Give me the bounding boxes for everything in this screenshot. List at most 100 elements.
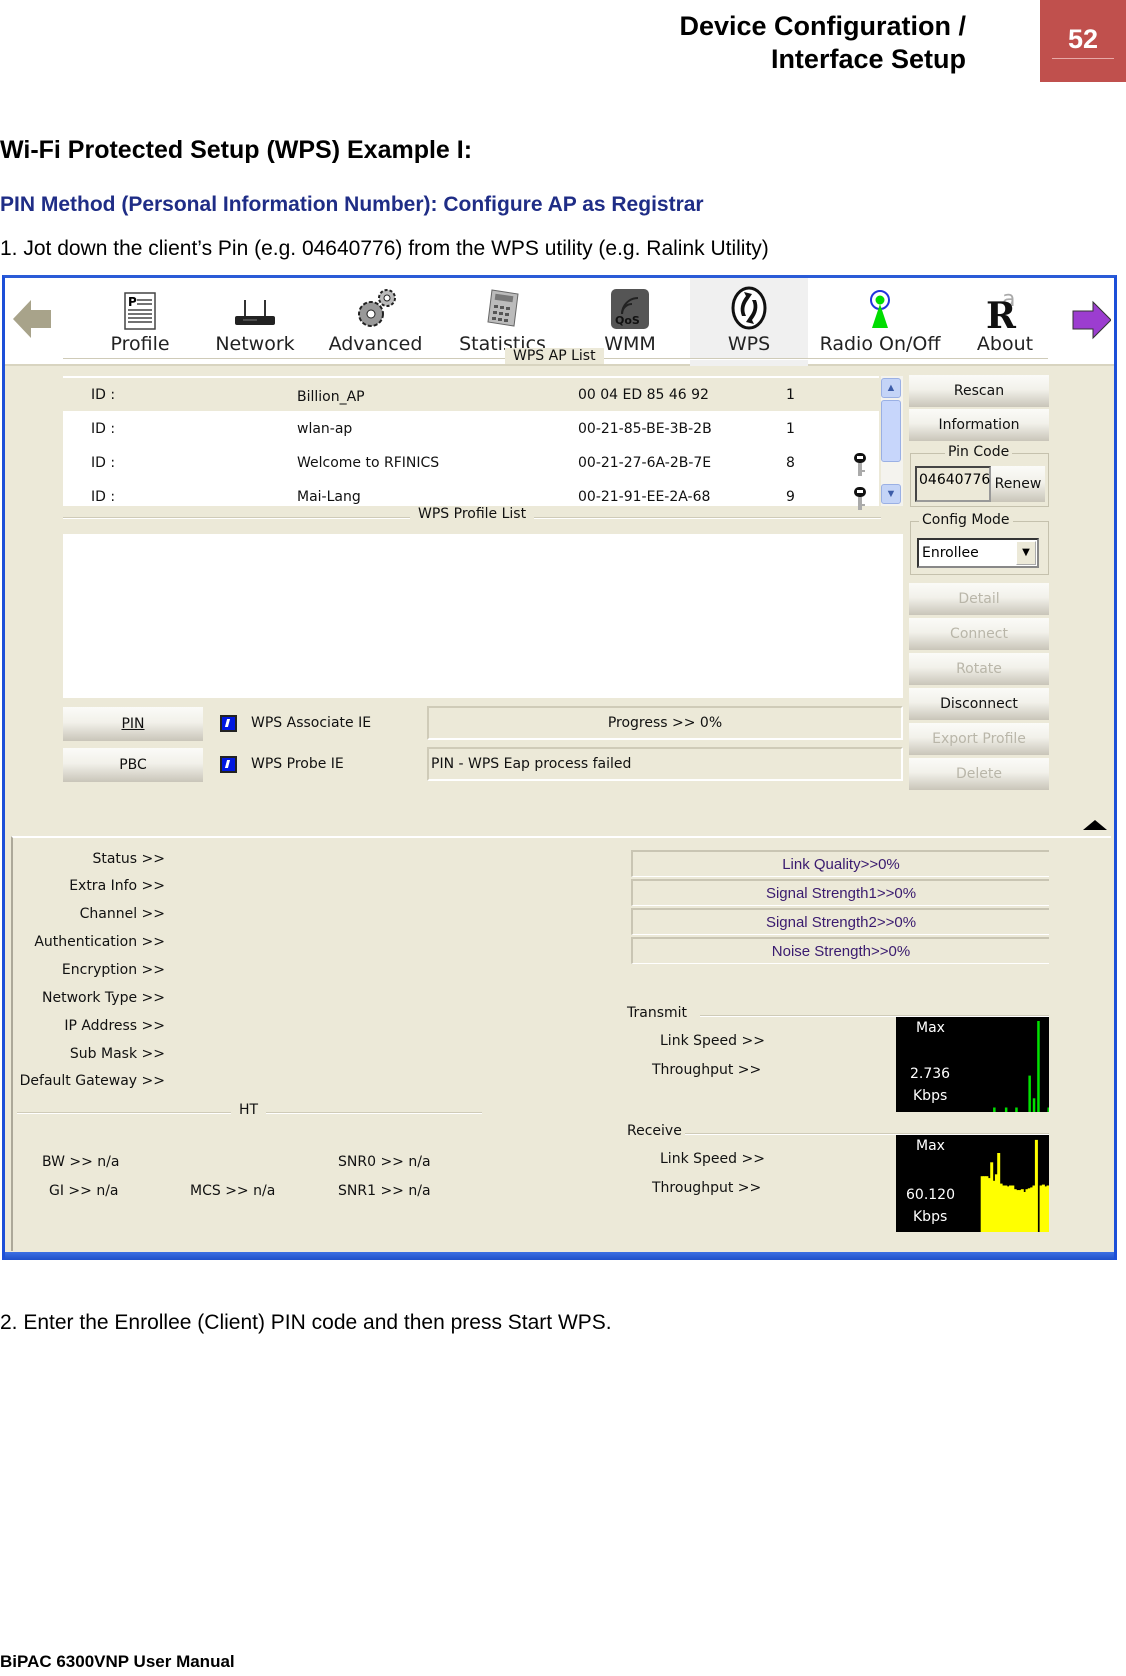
- ap-list-row[interactable]: ID : wlan-ap 00-21-85-BE-3B-2B 1: [63, 412, 879, 445]
- snr1-label: SNR1 >> n/a: [338, 1183, 431, 1199]
- default-gateway-label: Default Gateway >>: [19, 1073, 165, 1089]
- gears-icon: [353, 286, 399, 335]
- disconnect-button[interactable]: Disconnect: [909, 688, 1049, 720]
- scroll-thumb[interactable]: [881, 400, 901, 462]
- toolbar-network[interactable]: Network: [200, 278, 310, 366]
- toolbar-radio-on-off[interactable]: Radio On/Off: [810, 278, 950, 366]
- toolbar-about[interactable]: aR About: [950, 278, 1060, 366]
- encryption-label: Encryption >>: [61, 962, 165, 978]
- toolbar-label: About: [976, 333, 1034, 355]
- pin-code-legend: Pin Code: [945, 444, 1013, 460]
- transmit-throughput-label: Throughput >>: [652, 1062, 762, 1078]
- wps-status-box: PIN - WPS Eap process failed: [427, 747, 903, 781]
- receive-graph-max: Max: [916, 1138, 945, 1154]
- ap-list-row[interactable]: ID : Welcome to RFINICS 00-21-27-6A-2B-7…: [63, 446, 879, 479]
- page-number-badge: 52: [1040, 0, 1126, 82]
- toolbar-profile[interactable]: P Profile: [85, 278, 195, 366]
- ap-list-row[interactable]: ID : Billion_AP 00 04 ED 85 46 92 1: [63, 378, 879, 411]
- lock-key-icon: [853, 486, 867, 516]
- channel-label: Channel >>: [79, 906, 165, 922]
- transmit-link-speed-label: Link Speed >>: [660, 1033, 765, 1049]
- pin-code-group: Pin Code 04640776 Renew: [910, 444, 1049, 507]
- pin-code-field[interactable]: 04640776: [915, 466, 991, 502]
- graph-bar: [1004, 1107, 1008, 1112]
- ap-list-scrollbar[interactable]: ▲ ▼: [881, 376, 903, 506]
- forward-arrow-icon[interactable]: [1071, 300, 1112, 345]
- ap-bssid: 00-21-91-EE-2A-68: [578, 489, 711, 505]
- subheading-method: PIN Method (Personal Information Number)…: [0, 193, 444, 216]
- chevron-down-icon[interactable]: ▼: [1016, 541, 1036, 565]
- graph-bar: [993, 1107, 996, 1112]
- ip-address-label: IP Address >>: [64, 1018, 165, 1034]
- extra-info-label: Extra Info >>: [69, 878, 165, 894]
- toolbar-label: Network: [215, 333, 295, 355]
- pbc-button[interactable]: PBC: [63, 748, 203, 782]
- collapse-up-icon[interactable]: [1081, 818, 1109, 832]
- rescan-button[interactable]: Rescan: [909, 375, 1049, 407]
- wps-profile-list[interactable]: [63, 534, 903, 698]
- subheading: PIN Method (Personal Information Number)…: [0, 193, 704, 217]
- signal-strength-1-meter: Signal Strength1>>0%: [631, 879, 1049, 906]
- wps-associate-ie-label: WPS Associate IE: [251, 715, 372, 731]
- window-bottom-border: [5, 1252, 1114, 1260]
- ap-id-label: ID :: [91, 421, 116, 437]
- wps-associate-ie-checkbox[interactable]: [220, 715, 237, 732]
- page-heading: Wi-Fi Protected Setup (WPS) Example I:: [0, 136, 473, 164]
- section-title-line2: Interface Setup: [770, 44, 966, 74]
- toolbar-label: Profile: [110, 333, 170, 355]
- wps-icon: [730, 286, 768, 335]
- ap-ssid: Billion_AP: [297, 389, 365, 405]
- sub-mask-label: Sub Mask >>: [69, 1046, 165, 1062]
- graph-bar: [1034, 1139, 1038, 1232]
- network-type-label: Network Type >>: [42, 990, 165, 1006]
- ap-ssid: Mai-Lang: [297, 489, 361, 505]
- export-profile-button[interactable]: Export Profile: [909, 723, 1049, 755]
- receive-graph: Max 60.120 Kbps: [896, 1135, 1049, 1232]
- rotate-button[interactable]: Rotate: [909, 653, 1049, 685]
- scroll-up-icon[interactable]: ▲: [881, 378, 901, 398]
- ap-channel: 1: [786, 421, 795, 437]
- transmit-graph-plot: [993, 1021, 1049, 1112]
- back-arrow-icon[interactable]: [13, 298, 53, 345]
- ap-bssid: 00-21-27-6A-2B-7E: [578, 455, 712, 471]
- detail-button[interactable]: Detail: [909, 583, 1049, 615]
- ap-ssid: wlan-ap: [297, 421, 353, 437]
- graph-bar: [1028, 1075, 1031, 1112]
- scroll-down-icon[interactable]: ▼: [881, 484, 901, 504]
- config-mode-group: Config Mode Enrollee ▼: [910, 512, 1049, 575]
- transmit-title: Transmit: [627, 1005, 688, 1021]
- transmit-graph: Max 2.736 Kbps: [896, 1017, 1049, 1112]
- information-button[interactable]: Information: [909, 409, 1049, 441]
- subheading-config: Configure AP as Registrar: [443, 193, 704, 216]
- config-mode-legend: Config Mode: [919, 512, 1013, 528]
- pin-button[interactable]: PIN: [63, 707, 203, 741]
- gi-label: GI >> n/a: [49, 1183, 119, 1199]
- wps-profile-list-title: WPS Profile List: [410, 506, 535, 522]
- wps-progress-bar: Progress >> 0%: [427, 706, 903, 740]
- wps-probe-ie-checkbox[interactable]: [220, 756, 237, 773]
- bw-label: BW >> n/a: [42, 1154, 120, 1170]
- ap-id-label: ID :: [91, 455, 116, 471]
- graph-bar: [1047, 1107, 1049, 1112]
- ap-channel: 8: [786, 455, 795, 471]
- calculator-icon: [484, 288, 522, 333]
- footer-manual-title: BiPAC 6300VNP User Manual: [0, 1652, 235, 1671]
- toolbar-wps[interactable]: WPS: [690, 278, 808, 366]
- status-label: Status >>: [92, 851, 165, 867]
- graph-bar: [1032, 1098, 1036, 1112]
- renew-button[interactable]: Renew: [991, 466, 1045, 502]
- toolbar-advanced[interactable]: Advanced: [318, 278, 433, 366]
- svg-text:P: P: [128, 295, 137, 309]
- about-icon: aR: [982, 284, 1028, 337]
- receive-throughput-label: Throughput >>: [652, 1180, 762, 1196]
- delete-button[interactable]: Delete: [909, 758, 1049, 790]
- svg-text:R: R: [986, 295, 1017, 330]
- ap-id-label: ID :: [91, 489, 116, 505]
- progress-text: Progress >> 0%: [607, 715, 723, 731]
- wps-ap-list: ID : Billion_AP 00 04 ED 85 46 92 1 ID :…: [63, 376, 903, 510]
- ap-channel: 1: [786, 387, 795, 403]
- connect-button[interactable]: Connect: [909, 618, 1049, 650]
- section-title: Device Configuration / Interface Setup: [679, 10, 966, 76]
- config-mode-select[interactable]: Enrollee ▼: [917, 538, 1039, 568]
- radio-icon: [867, 290, 893, 335]
